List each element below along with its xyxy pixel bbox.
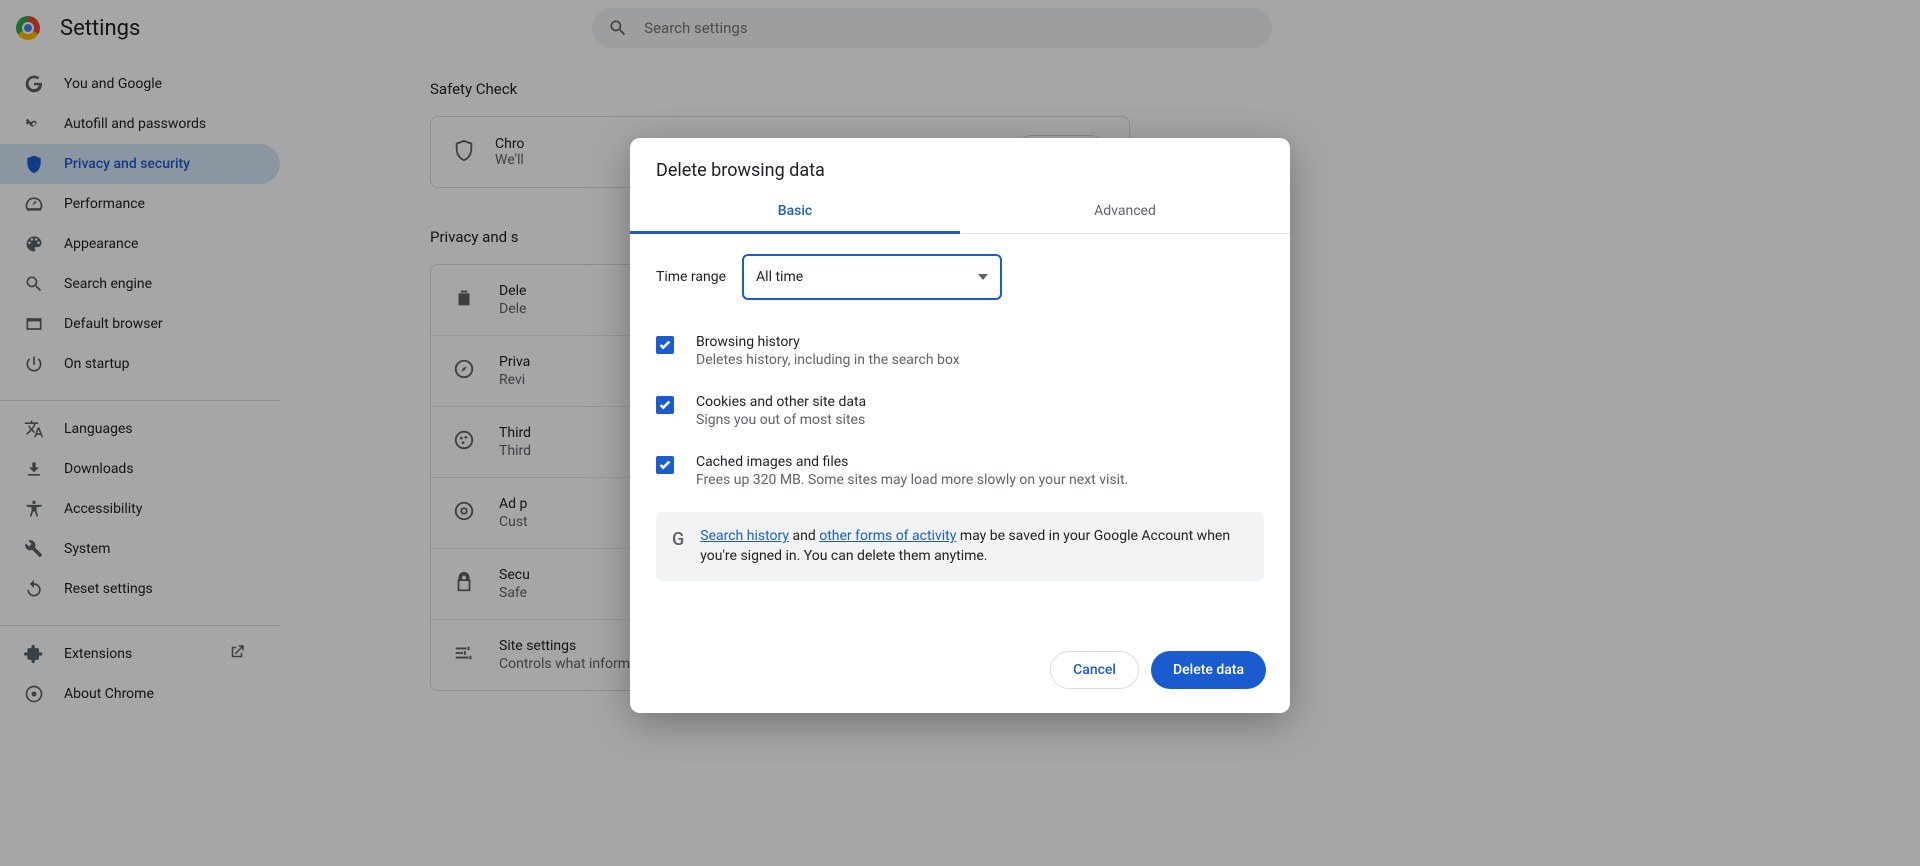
checkbox-browsing-history[interactable]	[656, 336, 674, 354]
tab-basic[interactable]: Basic	[630, 191, 960, 234]
checkbox-title: Browsing history	[696, 334, 960, 350]
delete-browsing-data-dialog: Delete browsing data Basic Advanced Time…	[630, 138, 1290, 713]
tab-advanced[interactable]: Advanced	[960, 191, 1290, 233]
checkbox-subtitle: Frees up 320 MB. Some sites may load mor…	[696, 472, 1128, 488]
checkbox-row-cached[interactable]: Cached images and files Frees up 320 MB.…	[656, 446, 1264, 506]
google-account-info: G Search history and other forms of acti…	[656, 512, 1264, 581]
dropdown-arrow-icon	[978, 274, 988, 280]
checkbox-subtitle: Deletes history, including in the search…	[696, 352, 960, 368]
other-activity-link[interactable]: other forms of activity	[819, 528, 956, 544]
time-range-select[interactable]: All time	[742, 254, 1002, 300]
search-history-link[interactable]: Search history	[700, 528, 789, 544]
checkbox-title: Cached images and files	[696, 454, 1128, 470]
delete-data-button[interactable]: Delete data	[1151, 651, 1266, 689]
google-g-icon: G	[672, 527, 684, 553]
time-range-value: All time	[756, 269, 803, 285]
dialog-title: Delete browsing data	[630, 138, 1290, 191]
time-range-label: Time range	[656, 269, 726, 285]
checkbox-row-cookies[interactable]: Cookies and other site data Signs you ou…	[656, 386, 1264, 446]
checkbox-cached[interactable]	[656, 456, 674, 474]
dialog-tabs: Basic Advanced	[630, 191, 1290, 234]
checkbox-subtitle: Signs you out of most sites	[696, 412, 866, 428]
checkbox-cookies[interactable]	[656, 396, 674, 414]
checkbox-row-browsing-history[interactable]: Browsing history Deletes history, includ…	[656, 326, 1264, 386]
cancel-button[interactable]: Cancel	[1050, 651, 1139, 689]
checkbox-title: Cookies and other site data	[696, 394, 866, 410]
